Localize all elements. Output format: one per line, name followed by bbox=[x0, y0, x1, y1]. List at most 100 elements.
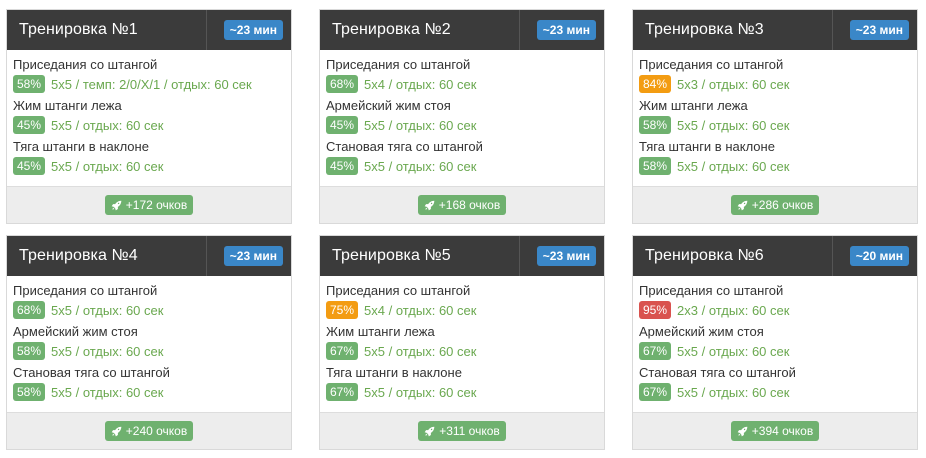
intensity-badge: 68% bbox=[326, 75, 359, 93]
exercise-list: Приседания со штангой 58% 5x5 / темп: 2/0/… bbox=[7, 50, 291, 184]
workout-card-6[interactable]: Тренировка №6 ~20 мин Приседания со штан… bbox=[632, 235, 918, 450]
exercise-detail: 5x5 / отдых: 60 сек bbox=[677, 158, 790, 174]
intensity-badge: 67% bbox=[326, 383, 359, 401]
duration-badge: ~23 мин bbox=[536, 20, 596, 40]
exercise-item: Армейский жим стоя 58% 5x5 / отдых: 60 сек bbox=[13, 324, 285, 361]
intensity-badge: 68% bbox=[13, 301, 46, 319]
exercise-list: Приседания со штангой 68% 5x5 / отдых: 60 … bbox=[7, 276, 291, 410]
exercise-item: Приседания со штангой 58% 5x5 / темп: 2/0/… bbox=[13, 57, 285, 94]
exercise-list: Приседания со штангой 95% 2x3 / отдых: 60 … bbox=[633, 276, 917, 410]
exercise-line: 45% 5x5 / отдых: 60 сек bbox=[13, 115, 285, 135]
intensity-badge: 95% bbox=[639, 301, 672, 319]
exercise-line: 75% 5x4 / отдых: 60 сек bbox=[326, 300, 598, 320]
exercise-list: Приседания со штангой 75% 5x4 / отдых: 60 … bbox=[320, 276, 604, 410]
duration-badge: ~23 мин bbox=[223, 20, 283, 40]
exercise-name: Приседания со штангой bbox=[639, 57, 784, 72]
intensity-badge: 84% bbox=[639, 75, 672, 93]
workout-card-3[interactable]: Тренировка №3 ~23 мин Приседания со штан… bbox=[632, 9, 918, 224]
workout-card-2[interactable]: Тренировка №2 ~23 мин Приседания со штан… bbox=[319, 9, 605, 224]
exercise-line: 58% 5x5 / отдых: 60 сек bbox=[639, 115, 911, 135]
intensity-badge: 58% bbox=[13, 383, 46, 401]
workout-card-header: Тренировка №6 ~20 мин bbox=[633, 236, 917, 276]
workout-card-header: Тренировка №3 ~23 мин bbox=[633, 10, 917, 50]
intensity-badge: 45% bbox=[326, 157, 359, 175]
exercise-name: Тяга штанги в наклоне bbox=[639, 139, 775, 154]
points-label: +286 очков bbox=[751, 198, 814, 212]
points-label: +168 очков bbox=[438, 198, 501, 212]
points-label: +240 очков bbox=[125, 424, 188, 438]
workout-card-footer: +168 очков bbox=[320, 186, 604, 223]
exercise-line: 58% 5x5 / отдых: 60 сек bbox=[639, 156, 911, 176]
points-badge: +286 очков bbox=[730, 195, 820, 215]
exercise-line: 67% 5x5 / отдых: 60 сек bbox=[326, 382, 598, 402]
workout-card-1[interactable]: Тренировка №1 ~23 мин Приседания со штан… bbox=[6, 9, 292, 224]
exercise-name: Армейский жим стоя bbox=[13, 324, 138, 339]
exercise-line: 45% 5x5 / отдых: 60 сек bbox=[326, 115, 598, 135]
exercise-item: Становая тяга со штангой 58% 5x5 / отдых: … bbox=[13, 365, 285, 402]
exercise-detail: 2x3 / отдых: 60 сек bbox=[677, 302, 790, 318]
exercise-item: Приседания со штангой 75% 5x4 / отдых: 60 … bbox=[326, 283, 598, 320]
workout-card-5[interactable]: Тренировка №5 ~23 мин Приседания со штан… bbox=[319, 235, 605, 450]
workout-card-4[interactable]: Тренировка №4 ~23 мин Приседания со штан… bbox=[6, 235, 292, 450]
duration-badge: ~23 мин bbox=[536, 246, 596, 266]
exercise-item: Приседания со штангой 84% 5x3 / отдых: 60 … bbox=[639, 57, 911, 94]
exercise-item: Тяга штанги в наклоне 45% 5x5 / отдых: 60 … bbox=[13, 139, 285, 176]
exercise-detail: 5x5 / отдых: 60 сек bbox=[364, 117, 477, 133]
exercise-line: 67% 5x5 / отдых: 60 сек bbox=[326, 341, 598, 361]
exercise-name: Приседания со штангой bbox=[326, 283, 471, 298]
header-divider bbox=[206, 236, 207, 276]
header-divider bbox=[519, 10, 520, 50]
header-divider bbox=[206, 10, 207, 50]
header-divider bbox=[519, 236, 520, 276]
exercise-detail: 5x5 / отдых: 60 сек bbox=[677, 117, 790, 133]
exercise-line: 95% 2x3 / отдых: 60 сек bbox=[639, 300, 911, 320]
duration-badge: ~23 мин bbox=[849, 20, 909, 40]
exercise-item: Жим штанги лежа 67% 5x5 / отдых: 60 сек bbox=[326, 324, 598, 361]
exercise-item: Становая тяга со штангой 45% 5x5 / отдых: … bbox=[326, 139, 598, 176]
rocket-icon bbox=[737, 200, 748, 210]
intensity-badge: 75% bbox=[326, 301, 359, 319]
exercise-name: Тяга штанги в наклоне bbox=[326, 365, 462, 380]
exercise-list: Приседания со штангой 84% 5x3 / отдых: 60 … bbox=[633, 50, 917, 184]
exercise-detail: 5x5 / отдых: 60 сек bbox=[51, 302, 164, 318]
exercise-detail: 5x5 / отдых: 60 сек bbox=[364, 158, 477, 174]
exercise-item: Становая тяга со штангой 67% 5x5 / отдых: … bbox=[639, 365, 911, 402]
workout-card-footer: +311 очков bbox=[320, 412, 604, 449]
exercise-detail: 5x5 / отдых: 60 сек bbox=[677, 343, 790, 359]
points-label: +172 очков bbox=[125, 198, 188, 212]
exercise-item: Тяга штанги в наклоне 58% 5x5 / отдых: 60 … bbox=[639, 139, 911, 176]
exercise-detail: 5x5 / отдых: 60 сек bbox=[51, 384, 164, 400]
exercise-item: Армейский жим стоя 45% 5x5 / отдых: 60 сек bbox=[326, 98, 598, 135]
intensity-badge: 67% bbox=[639, 342, 672, 360]
exercise-name: Становая тяга со штангой bbox=[326, 139, 483, 154]
exercise-name: Армейский жим стоя bbox=[326, 98, 451, 113]
rocket-icon bbox=[111, 200, 122, 210]
exercise-item: Тяга штанги в наклоне 67% 5x5 / отдых: 60 … bbox=[326, 365, 598, 402]
exercise-detail: 5x5 / отдых: 60 сек bbox=[51, 117, 164, 133]
exercise-item: Приседания со штангой 95% 2x3 / отдых: 60 … bbox=[639, 283, 911, 320]
exercise-name: Приседания со штангой bbox=[639, 283, 784, 298]
exercise-line: 68% 5x5 / отдых: 60 сек bbox=[13, 300, 285, 320]
intensity-badge: 67% bbox=[639, 383, 672, 401]
exercise-name: Жим штанги лежа bbox=[326, 324, 435, 339]
rocket-icon bbox=[111, 426, 122, 436]
points-badge: +168 очков bbox=[417, 195, 507, 215]
exercise-name: Становая тяга со штангой bbox=[639, 365, 796, 380]
header-divider bbox=[832, 236, 833, 276]
exercise-line: 67% 5x5 / отдых: 60 сек bbox=[639, 341, 911, 361]
exercise-name: Жим штанги лежа bbox=[13, 98, 122, 113]
exercise-name: Тяга штанги в наклоне bbox=[13, 139, 149, 154]
exercise-name: Жим штанги лежа bbox=[639, 98, 748, 113]
exercise-line: 84% 5x3 / отдых: 60 сек bbox=[639, 74, 911, 94]
exercise-line: 45% 5x5 / отдых: 60 сек bbox=[13, 156, 285, 176]
exercise-detail: 5x5 / отдых: 60 сек bbox=[364, 343, 477, 359]
exercise-detail: 5x4 / отдых: 60 сек bbox=[364, 76, 477, 92]
rocket-icon bbox=[737, 426, 748, 436]
exercise-line: 58% 5x5 / отдых: 60 сек bbox=[13, 382, 285, 402]
exercise-line: 45% 5x5 / отдых: 60 сек bbox=[326, 156, 598, 176]
exercise-detail: 5x4 / отдых: 60 сек bbox=[364, 302, 477, 318]
exercise-line: 67% 5x5 / отдых: 60 сек bbox=[639, 382, 911, 402]
exercise-name: Армейский жим стоя bbox=[639, 324, 764, 339]
exercise-detail: 5x3 / отдых: 60 сек bbox=[677, 76, 790, 92]
points-badge: +311 очков bbox=[418, 421, 506, 441]
